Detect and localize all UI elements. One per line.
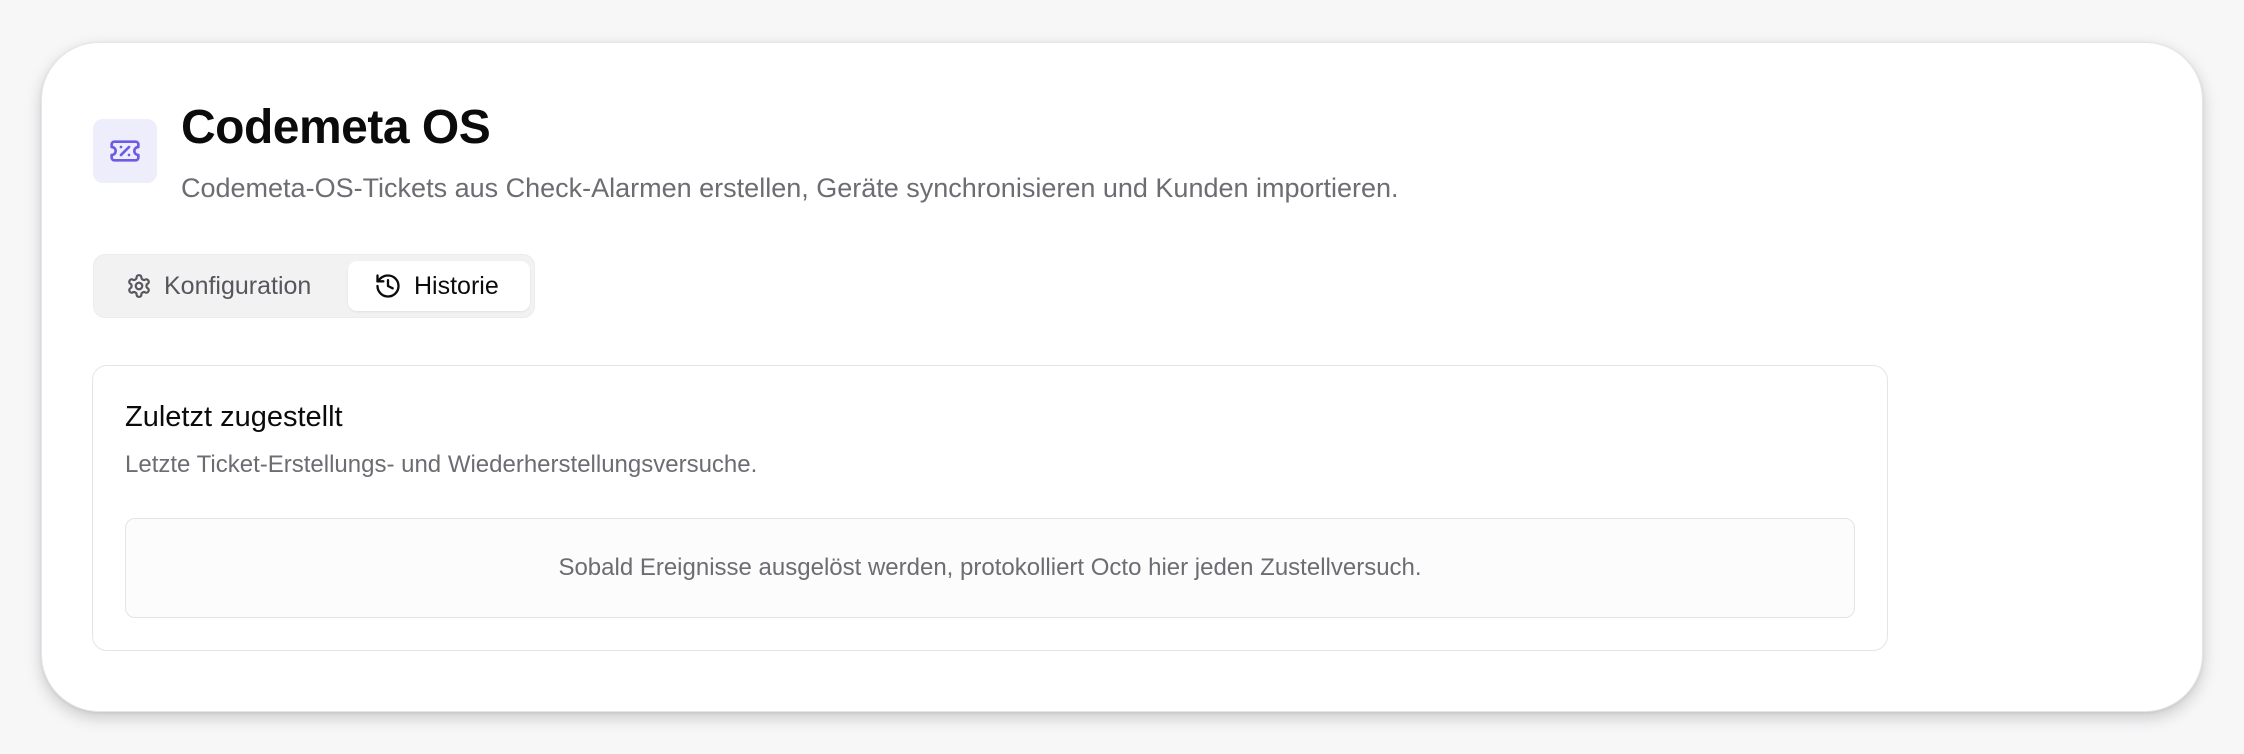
tab-list: Konfiguration Historie bbox=[93, 254, 535, 318]
tab-configuration[interactable]: Konfiguration bbox=[102, 261, 328, 311]
gear-icon bbox=[128, 274, 150, 298]
panel-title: Zuletzt zugestellt bbox=[125, 401, 343, 433]
empty-state: Sobald Ereignisse ausgelöst werden, prot… bbox=[125, 518, 1855, 618]
page-subtitle: Codemeta-OS-Tickets aus Check-Alarmen er… bbox=[181, 173, 1399, 203]
page-title: Codemeta OS bbox=[181, 101, 491, 154]
ticket-icon bbox=[110, 140, 140, 162]
empty-state-message: Sobald Ereignisse ausgelöst werden, prot… bbox=[558, 554, 1422, 581]
tab-history[interactable]: Historie bbox=[348, 261, 530, 311]
app-icon-tile bbox=[93, 119, 157, 183]
recent-deliveries-panel: Zuletzt zugestellt Letzte Ticket-Erstell… bbox=[92, 365, 1888, 651]
tab-configuration-label: Konfiguration bbox=[164, 271, 312, 300]
panel-description: Letzte Ticket-Erstellungs- und Wiederher… bbox=[125, 451, 758, 478]
tab-history-label: Historie bbox=[414, 271, 499, 300]
integration-card: Codemeta OS Codemeta-OS-Tickets aus Chec… bbox=[41, 42, 2203, 712]
history-icon bbox=[376, 274, 400, 298]
